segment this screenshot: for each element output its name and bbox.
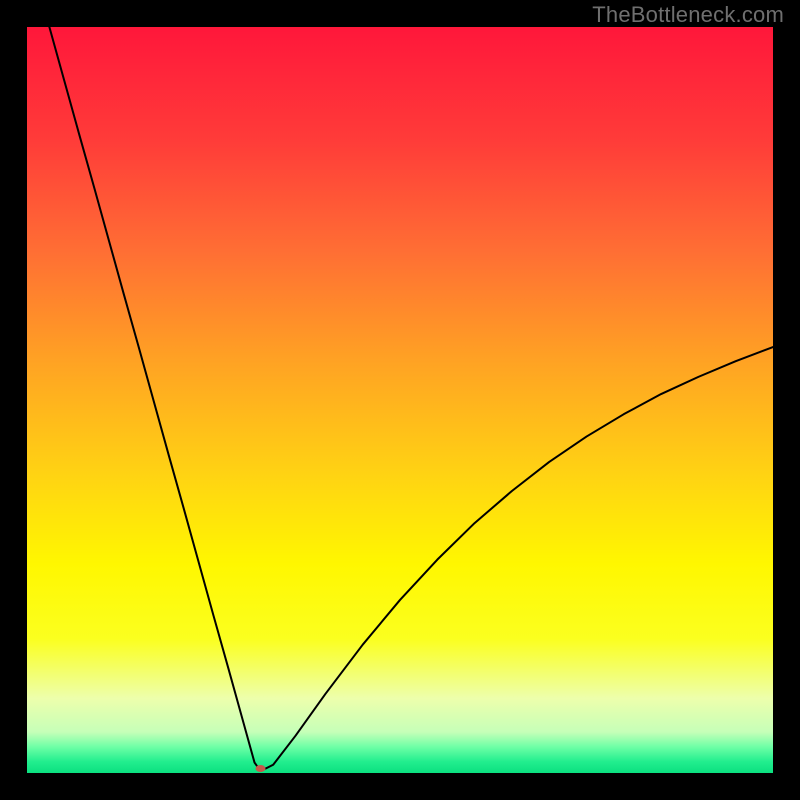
gradient-background — [27, 27, 773, 773]
watermark-text: TheBottleneck.com — [592, 2, 784, 28]
chart-frame: TheBottleneck.com — [0, 0, 800, 800]
optimal-point-marker — [256, 765, 266, 772]
bottleneck-chart — [27, 27, 773, 773]
